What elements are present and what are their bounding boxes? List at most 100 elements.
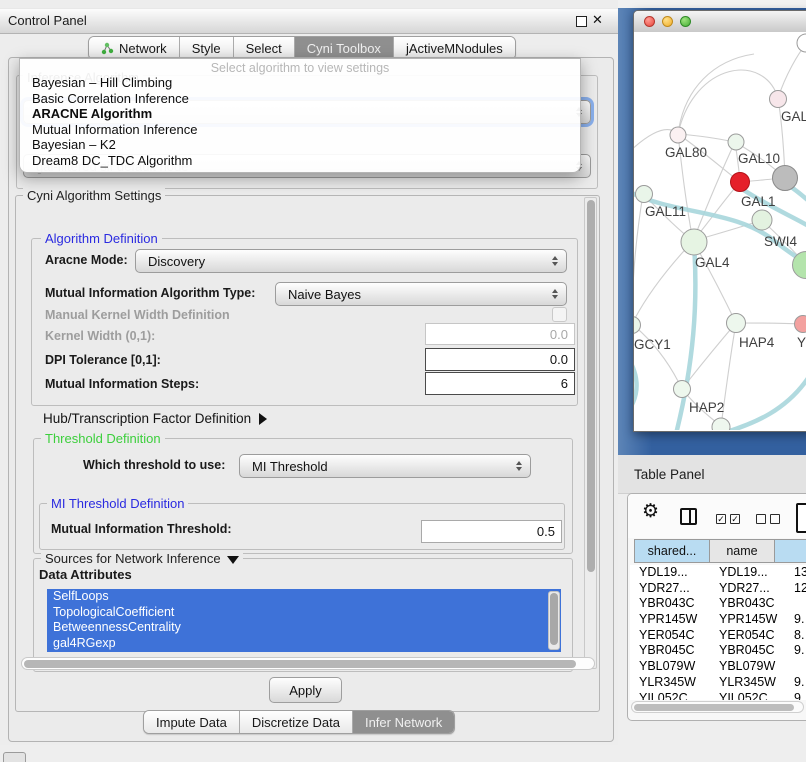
table-cell	[787, 596, 794, 612]
dropdown-item[interactable]: Bayesian – Hill Climbing	[20, 75, 580, 91]
document-icon[interactable]	[796, 503, 806, 533]
hub-definition-toggle[interactable]: Hub/Transcription Factor Definition	[43, 411, 267, 426]
node-top-partial[interactable]	[797, 34, 806, 52]
dropdown-item[interactable]: Bayesian – K2	[20, 137, 580, 153]
dpi-tolerance-field[interactable]: 0.0	[425, 348, 575, 371]
settings-vertical-scrollbar[interactable]	[584, 197, 597, 669]
node-bottom-partial[interactable]	[712, 418, 730, 430]
table-cell: YBR043C	[711, 596, 787, 612]
table-horizontal-scrollbar[interactable]	[631, 701, 804, 713]
dropdown-item[interactable]: Basic Correlation Inference	[20, 91, 580, 107]
dropdown-item[interactable]: Mutual Information Inference	[20, 122, 580, 138]
scrollbar-thumb[interactable]	[587, 200, 595, 572]
screenshot-root: Control Panel ✕ NetworkStyleSelectCyni T…	[0, 0, 806, 762]
kernel-width-label: Kernel Width (0,1):	[45, 329, 155, 343]
node-gal11[interactable]	[636, 186, 653, 203]
close-icon[interactable]: ✕	[592, 12, 603, 28]
attribute-list-item[interactable]: SelfLoops	[47, 589, 561, 605]
node-hap4[interactable]	[727, 314, 746, 333]
dpi-tolerance-label: DPI Tolerance [0,1]:	[45, 353, 161, 367]
node-gal4[interactable]	[681, 229, 707, 255]
scrollbar-thumb[interactable]	[550, 593, 558, 645]
sources-title-toggle[interactable]: Sources for Network Inference	[41, 551, 243, 566]
node-label-gcy1: GCY1	[634, 337, 671, 352]
manual-kernel-checkbox[interactable]	[552, 307, 567, 322]
mi-steps-field[interactable]: 6	[425, 372, 575, 395]
dropdown-placeholder: Select algorithm to view settings	[20, 61, 580, 75]
tab-label: jActiveMNodules	[406, 41, 503, 56]
table-cell: YPR145W	[630, 612, 711, 628]
tab-jactivemnodules[interactable]: jActiveMNodules	[393, 37, 515, 59]
node-gal1-swi4[interactable]	[752, 210, 772, 230]
aracne-mode-value: Discovery	[148, 254, 205, 269]
column-header-shared[interactable]: shared...	[634, 539, 710, 563]
apply-button[interactable]: Apply	[269, 677, 342, 703]
split-columns-icon[interactable]	[680, 508, 697, 525]
checked-checkbox-icon[interactable]: ✓	[730, 514, 740, 524]
dropdown-item[interactable]: ARACNE Algorithm	[20, 106, 580, 122]
attribute-list-item[interactable]: TopologicalCoefficient	[47, 605, 561, 621]
column-header-name[interactable]: name	[709, 539, 775, 563]
unchecked-checkbox-icon[interactable]	[770, 514, 780, 524]
table-row[interactable]: YPR145WYPR145W9.	[630, 612, 806, 628]
table-row[interactable]: YBL079WYBL079W	[630, 659, 806, 675]
expand-down-icon	[227, 556, 239, 564]
node-gal80[interactable]	[670, 127, 686, 143]
table-row[interactable]: YBR045CYBR045C9.	[630, 643, 806, 659]
panel-title: Control Panel	[8, 13, 87, 28]
table-row[interactable]: YIL052CYIL052C9.	[630, 691, 806, 701]
close-traffic-light-icon[interactable]	[644, 16, 655, 27]
tab-infer-network[interactable]: Infer Network	[352, 711, 454, 733]
settings-horizontal-scrollbar[interactable]	[21, 657, 595, 670]
tab-network[interactable]: Network	[89, 37, 179, 59]
mi-threshold-field[interactable]: 0.5	[421, 520, 562, 543]
network-window-titlebar[interactable]	[634, 11, 806, 33]
kernel-width-field[interactable]: 0.0	[425, 323, 575, 345]
node-gal10[interactable]	[728, 134, 744, 150]
mi-type-select[interactable]: Naive Bayes	[275, 282, 567, 306]
table-row[interactable]: YDL19...YDL19...13	[630, 565, 806, 581]
algorithm-definition-title: Algorithm Definition	[41, 231, 162, 246]
collapsed-panel-button[interactable]	[3, 752, 26, 762]
settings-gear-icon[interactable]: ⚙	[642, 500, 659, 523]
scrollbar-thumb[interactable]	[24, 660, 576, 668]
node-hap2[interactable]	[674, 381, 691, 398]
table-row[interactable]: YLR345WYLR345W9.	[630, 675, 806, 691]
table-cell: YDR27...	[630, 581, 711, 597]
aracne-mode-select[interactable]: Discovery	[135, 249, 567, 273]
tab-select[interactable]: Select	[233, 37, 294, 59]
minimize-traffic-light-icon[interactable]	[662, 16, 673, 27]
table-cell: YER054C	[711, 628, 787, 644]
tab-impute-data[interactable]: Impute Data	[144, 711, 239, 733]
node-gal7[interactable]	[770, 91, 787, 108]
tab-cyni-toolbox[interactable]: Cyni Toolbox	[294, 37, 393, 59]
network-edges-highlighted	[634, 182, 806, 430]
node-salmon[interactable]	[795, 316, 806, 333]
which-threshold-select[interactable]: MI Threshold	[239, 454, 531, 478]
table-cell: YBR045C	[630, 643, 711, 659]
attributes-scrollbar[interactable]	[548, 591, 560, 650]
table-cell: 9.	[787, 691, 804, 701]
table-row[interactable]: YDR27...YDR27...12	[630, 581, 806, 597]
table-row[interactable]: YBR043CYBR043C	[630, 596, 806, 612]
scrollbar-thumb[interactable]	[634, 704, 794, 711]
column-header-partial[interactable]	[774, 539, 806, 563]
zoom-traffic-light-icon[interactable]	[680, 16, 691, 27]
unchecked-checkbox-icon[interactable]	[756, 514, 766, 524]
mi-steps-label: Mutual Information Steps:	[45, 377, 199, 391]
tab-discretize-data[interactable]: Discretize Data	[239, 711, 352, 733]
attribute-list-item[interactable]: gal4RGexp	[47, 636, 561, 652]
table-row[interactable]: YER054CYER054C8.	[630, 628, 806, 644]
dropdown-item[interactable]: Dream8 DC_TDC Algorithm	[20, 153, 580, 169]
node-gray[interactable]	[773, 166, 798, 191]
algorithm-dropdown-items: Bayesian – Hill ClimbingBasic Correlatio…	[20, 75, 580, 168]
network-canvas[interactable]: GAL7GAL80GAL10GAL1GAL11SWI4GAL4GCY1HAP4Y…	[634, 32, 806, 430]
attribute-list-item[interactable]: BetweennessCentrality	[47, 620, 561, 636]
checked-checkbox-icon[interactable]: ✓	[716, 514, 726, 524]
tab-label: Discretize Data	[252, 715, 340, 730]
bottom-tab-bar: Impute Data Discretize Data Infer Network	[143, 710, 455, 734]
tab-style[interactable]: Style	[179, 37, 233, 59]
data-attributes-label: Data Attributes	[39, 567, 132, 582]
node-red[interactable]	[731, 173, 750, 192]
float-panel-icon[interactable]	[576, 16, 587, 27]
